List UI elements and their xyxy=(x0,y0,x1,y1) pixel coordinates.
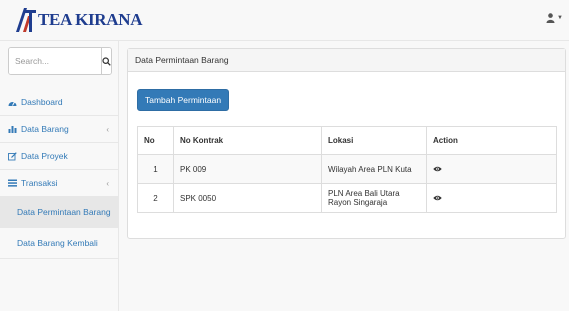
cell-no-kontrak: SPK 0050 xyxy=(173,183,322,213)
content-panel: Data Permintaan Barang Tambah Permintaan… xyxy=(127,48,566,239)
search-button[interactable] xyxy=(101,48,111,74)
sidebar-item-data-barang[interactable]: Data Barang ‹ xyxy=(0,116,118,143)
caret-down-icon: ▼ xyxy=(557,15,563,21)
brand[interactable]: TEA KIRANA xyxy=(14,6,143,34)
column-header-no-kontrak: No Kontrak xyxy=(173,126,322,155)
column-header-action: Action xyxy=(426,126,557,155)
panel-heading: Data Permintaan Barang xyxy=(128,49,565,72)
table-header-row: No No Kontrak Lokasi Action xyxy=(137,126,557,155)
chevron-left-icon: ‹ xyxy=(106,178,109,188)
bar-chart-icon xyxy=(8,125,18,133)
list-icon xyxy=(8,179,18,187)
search-input[interactable] xyxy=(9,48,101,74)
panel-title: Data Permintaan Barang xyxy=(135,55,229,65)
cell-no: 1 xyxy=(137,154,174,184)
cell-lokasi: PLN Area Bali Utara Rayon Singaraja xyxy=(321,183,427,213)
search-icon xyxy=(102,56,111,66)
cell-action xyxy=(426,183,557,213)
permintaan-table: No No Kontrak Lokasi Action 1 PK 009 Wil… xyxy=(137,126,557,213)
view-icon[interactable] xyxy=(433,195,442,201)
sidebar-subitem-data-permintaan-barang[interactable]: Data Permintaan Barang xyxy=(0,197,118,228)
sidebar-item-label: Data Proyek xyxy=(21,151,68,161)
column-header-lokasi: Lokasi xyxy=(321,126,427,155)
cell-lokasi: Wilayah Area PLN Kuta xyxy=(321,154,427,184)
cell-no: 2 xyxy=(137,183,174,213)
user-icon xyxy=(546,13,555,23)
cell-no-kontrak: PK 009 xyxy=(173,154,322,184)
brand-logo-icon xyxy=(16,8,36,32)
chevron-left-icon: ‹ xyxy=(106,124,109,134)
edit-icon xyxy=(8,151,18,161)
view-icon[interactable] xyxy=(433,166,442,172)
brand-name: TEA KIRANA xyxy=(38,10,143,29)
dashboard-icon xyxy=(8,98,18,106)
sidebar-search xyxy=(8,47,112,75)
sidebar-subitem-label: Data Permintaan Barang xyxy=(17,207,111,217)
table-row: 1 PK 009 Wilayah Area PLN Kuta xyxy=(137,154,557,184)
user-menu[interactable]: ▼ xyxy=(546,13,563,23)
cell-action xyxy=(426,154,557,184)
sidebar-item-transaksi[interactable]: Transaksi ‹ xyxy=(0,170,118,197)
sidebar-item-label: Dashboard xyxy=(21,97,63,107)
top-navbar: TEA KIRANA ▼ xyxy=(0,0,569,41)
sidebar-item-data-proyek[interactable]: Data Proyek xyxy=(0,143,118,170)
sidebar-subitem-data-barang-kembali[interactable]: Data Barang Kembali xyxy=(0,228,118,259)
sidebar-item-label: Transaksi xyxy=(21,178,58,188)
sidebar-subitem-label: Data Barang Kembali xyxy=(17,238,98,248)
table-row: 2 SPK 0050 PLN Area Bali Utara Rayon Sin… xyxy=(137,183,557,213)
tambah-permintaan-button[interactable]: Tambah Permintaan xyxy=(137,89,230,111)
sidebar-item-label: Data Barang xyxy=(21,124,69,134)
sidebar-nav: Dashboard Data Barang ‹ Data Proyek Tran… xyxy=(0,89,118,259)
sidebar-item-dashboard[interactable]: Dashboard xyxy=(0,89,118,116)
column-header-no: No xyxy=(137,126,174,155)
